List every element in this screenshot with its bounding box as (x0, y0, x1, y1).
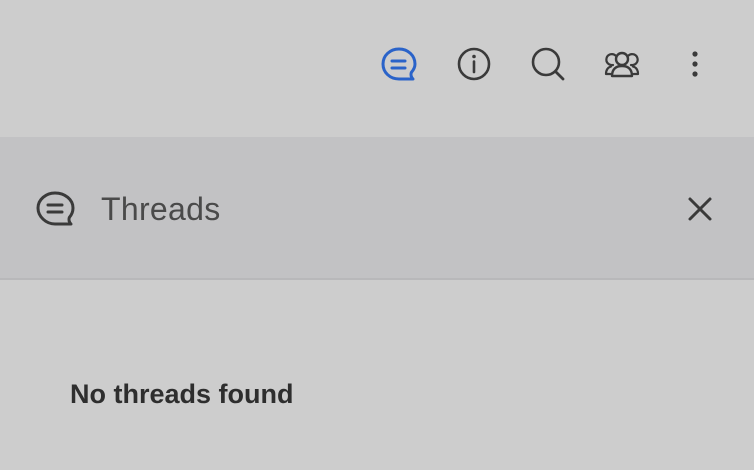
info-icon[interactable] (454, 44, 494, 84)
top-toolbar (0, 0, 754, 137)
threads-icon (34, 189, 78, 229)
search-icon[interactable] (528, 44, 568, 84)
panel-title: Threads (101, 191, 221, 227)
empty-state-message: No threads found (70, 379, 294, 409)
members-icon[interactable] (602, 44, 642, 84)
more-vertical-icon[interactable] (675, 44, 715, 84)
threads-icon[interactable] (379, 44, 419, 84)
threads-panel-header: Threads (0, 137, 754, 280)
close-icon[interactable] (678, 187, 722, 231)
